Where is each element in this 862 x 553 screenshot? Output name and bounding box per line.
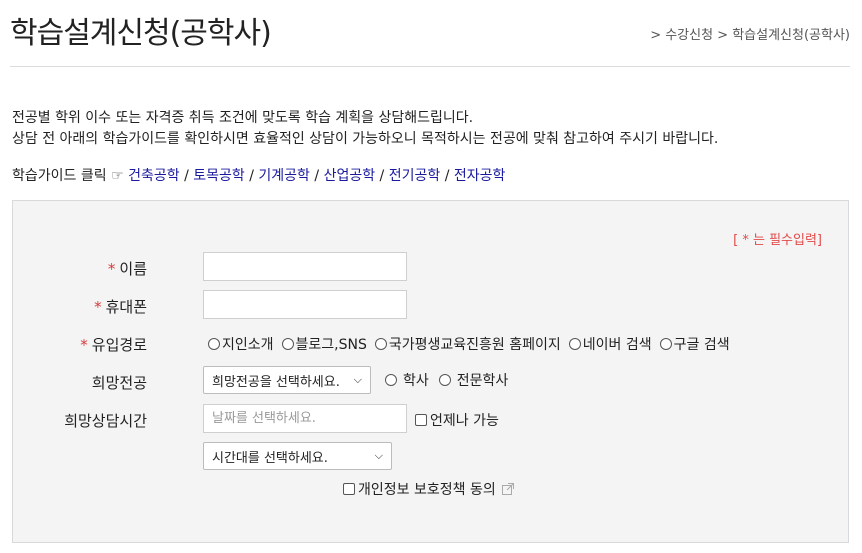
pointing-hand-icon: ☞ <box>111 168 124 184</box>
checkbox[interactable] <box>343 483 355 495</box>
learning-guide-links: 학습가이드 클릭 ☞ 건축공학 / 토목공학 / 기계공학 / 산업공학 / 전… <box>12 165 505 185</box>
guide-prefix: 학습가이드 클릭 <box>12 168 107 184</box>
phone-label: * 휴대폰 <box>94 298 147 316</box>
referral-option-naver-search[interactable]: 네이버 검색 <box>568 334 652 354</box>
guide-separator: / <box>440 168 454 184</box>
privacy-agree-checkbox[interactable]: 개인정보 보호정책 동의 <box>343 479 514 499</box>
name-input[interactable] <box>203 252 407 281</box>
time-slot-select[interactable]: 시간대를 선택하세요. ⌵ <box>203 442 392 470</box>
referral-option-nile-homepage[interactable]: 국가평생교육진흥원 홈페이지 <box>374 334 561 354</box>
chevron-down-icon: ⌵ <box>353 373 362 386</box>
required-star: * <box>107 260 116 278</box>
guide-link-electrical[interactable]: 전기공학 <box>389 168 441 184</box>
radio-button[interactable] <box>659 338 672 350</box>
major-label: 희망전공 <box>91 374 147 392</box>
guide-link-mechanical[interactable]: 기계공학 <box>258 168 310 184</box>
referral-option-blog-sns[interactable]: 블로그,SNS <box>281 334 367 354</box>
radio-button[interactable] <box>568 338 581 350</box>
radio-button[interactable] <box>208 338 220 350</box>
major-select[interactable]: 희망전공을 선택하세요. ⌵ <box>203 366 371 394</box>
referral-option-friend[interactable]: 지인소개 <box>208 334 274 354</box>
guide-link-architecture[interactable]: 건축공학 <box>128 168 180 184</box>
degree-option-associate[interactable]: 전문학사 <box>438 370 508 390</box>
name-label: * 이름 <box>107 260 147 278</box>
guide-link-electronic[interactable]: 전자공학 <box>454 168 506 184</box>
degree-option-bachelor[interactable]: 학사 <box>385 370 429 390</box>
guide-link-civil[interactable]: 토목공학 <box>193 168 245 184</box>
chevron-down-icon: ⌵ <box>374 449 383 462</box>
guide-separator: / <box>309 168 324 184</box>
required-note: [ * 는 필수입력] <box>733 233 822 248</box>
intro-line-1: 전공별 학위 이수 또는 자격증 취득 조건에 맞도록 학습 계획을 상담해드립… <box>12 110 474 126</box>
intro-text: 전공별 학위 이수 또는 자격증 취득 조건에 맞도록 학습 계획을 상담해드립… <box>12 108 718 150</box>
external-link-icon[interactable] <box>501 483 514 495</box>
consult-date-input[interactable] <box>203 404 407 433</box>
required-star: * <box>80 336 88 354</box>
page-title: 학습설계신청(공학사) <box>10 16 272 51</box>
phone-input[interactable] <box>203 290 407 319</box>
radio-button[interactable] <box>385 374 397 386</box>
title-divider <box>10 66 850 67</box>
referral-options: 지인소개 블로그,SNS 국가평생교육진흥원 홈페이지 네이버 검색 구글 검색 <box>208 334 738 354</box>
consult-time-label: 희망상담시간 <box>64 412 147 430</box>
breadcrumb: > 수강신청 > 학습설계신청(공학사) <box>650 28 850 43</box>
radio-button[interactable] <box>438 374 451 386</box>
checkbox[interactable] <box>415 414 427 426</box>
guide-link-industrial[interactable]: 산업공학 <box>324 168 376 184</box>
radio-button[interactable] <box>374 338 387 350</box>
guide-separator: / <box>375 168 389 184</box>
required-star: * <box>94 298 102 316</box>
intro-line-2: 상담 전 아래의 학습가이드를 확인하시면 효율적인 상담이 가능하오니 목적하… <box>12 131 719 147</box>
anytime-checkbox[interactable]: 언제나 가능 <box>415 410 499 430</box>
guide-separator: / <box>179 168 194 184</box>
referral-label: * 유입경로 <box>80 336 147 354</box>
referral-option-google-search[interactable]: 구글 검색 <box>659 334 730 354</box>
degree-options: 학사 전문학사 <box>385 370 516 390</box>
guide-separator: / <box>244 168 259 184</box>
application-form-panel: [ * 는 필수입력] * 이름 * 휴대폰 * 유입경로 지인소개 블로그,SNS … <box>12 200 849 543</box>
radio-button[interactable] <box>281 338 294 350</box>
